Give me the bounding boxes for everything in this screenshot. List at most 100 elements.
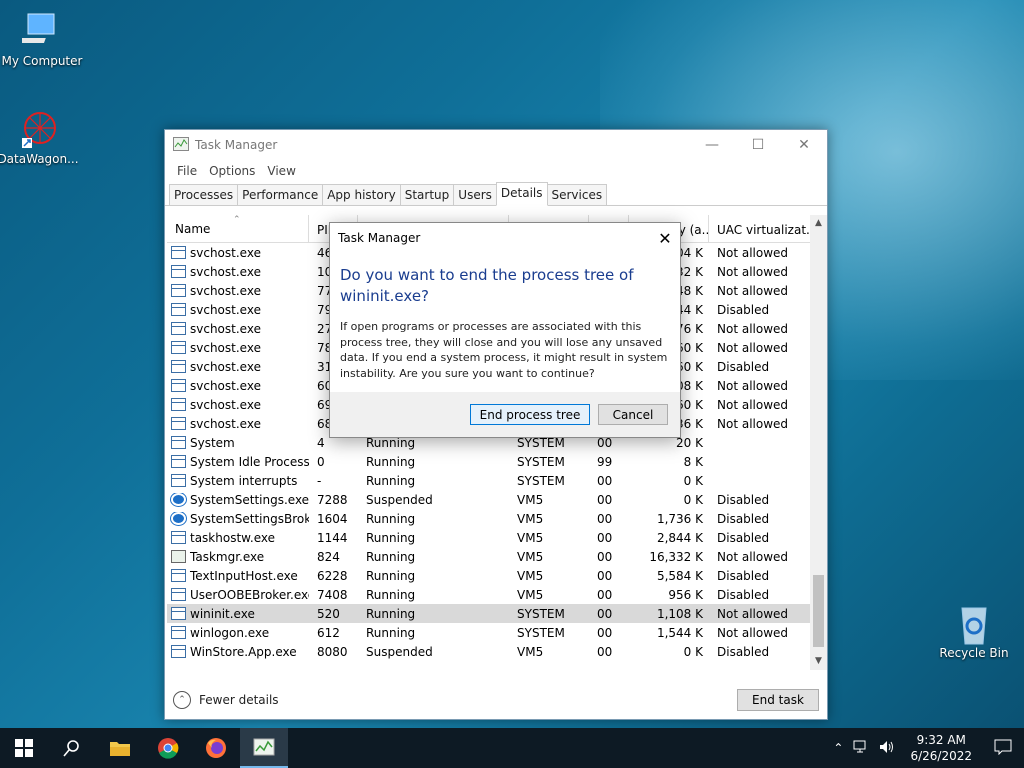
- menu-bar: File Options View: [165, 160, 827, 182]
- minimize-button[interactable]: —: [689, 130, 735, 160]
- table-row[interactable]: SystemSettings.exe 7288 Suspended VM5 00 0 K D…: [167, 490, 827, 509]
- cell-name: TextInputHost.exe: [167, 569, 309, 583]
- desktop-icon-my-computer[interactable]: My Computer: [0, 10, 84, 68]
- table-row[interactable]: System Idle Process 0 Running SYSTEM 99 8 K: [167, 452, 827, 471]
- desktop-icon-datawagon[interactable]: DataWagon...: [0, 108, 80, 166]
- cell-name: svchost.exe: [167, 265, 309, 279]
- menu-options[interactable]: Options: [203, 164, 261, 178]
- cell-uac: Not allowed: [717, 321, 789, 336]
- scroll-up-icon[interactable]: ▲: [810, 215, 827, 232]
- table-row[interactable]: winlogon.exe 612 Running SYSTEM 00 1,544 K Not…: [167, 623, 827, 642]
- cell-pid: 6228: [317, 568, 348, 583]
- maximize-button[interactable]: ☐: [735, 130, 781, 160]
- menu-file[interactable]: File: [171, 164, 203, 178]
- cell-status: Suspended: [366, 492, 433, 507]
- chrome-icon: [158, 738, 179, 759]
- taskbar-firefox[interactable]: [192, 728, 240, 768]
- cell-name: svchost.exe: [167, 360, 309, 374]
- cell-status: Running: [366, 625, 416, 640]
- cancel-button[interactable]: Cancel: [598, 404, 668, 425]
- table-row[interactable]: UserOOBEBroker.exe 7408 Running VM5 00 956 K D…: [167, 585, 827, 604]
- taskbar-chrome[interactable]: [144, 728, 192, 768]
- end-task-button[interactable]: End task: [737, 689, 819, 711]
- windows-logo-icon: [15, 739, 33, 757]
- cell-memory: 5,584 K: [656, 568, 703, 583]
- desktop-icon-recycle-bin[interactable]: Recycle Bin: [932, 602, 1016, 660]
- menu-view[interactable]: View: [261, 164, 301, 178]
- process-window-icon: [171, 607, 186, 620]
- cell-pid: 8080: [317, 644, 348, 659]
- end-process-tree-button[interactable]: End process tree: [470, 404, 590, 425]
- cell-name: svchost.exe: [167, 379, 309, 393]
- process-window-icon: [171, 379, 186, 392]
- cell-name: winlogon.exe: [167, 626, 309, 640]
- dialog-close-icon[interactable]: ✕: [650, 229, 680, 248]
- scrollbar-thumb[interactable]: [813, 575, 824, 647]
- process-window-icon: [171, 246, 186, 259]
- cell-uac: Not allowed: [717, 378, 789, 393]
- volume-icon[interactable]: [874, 740, 900, 757]
- sort-ascending-icon: ⌃: [233, 215, 241, 225]
- cell-user: VM5: [517, 587, 544, 602]
- table-row[interactable]: Taskmgr.exe 824 Running VM5 00 16,332 K Not al…: [167, 547, 827, 566]
- cell-memory: 1,736 K: [656, 511, 703, 526]
- notifications-icon[interactable]: [982, 739, 1024, 758]
- dialog-title-bar[interactable]: Task Manager ✕: [330, 223, 680, 253]
- process-window-icon: [171, 645, 186, 658]
- fewer-details-button[interactable]: ⌃ Fewer details: [173, 691, 279, 709]
- cell-cpu: 00: [597, 530, 613, 545]
- tab-details[interactable]: Details: [495, 182, 548, 206]
- system-tray: ⌃ 9:32 AM 6/26/2022: [828, 728, 1024, 768]
- tab-startup[interactable]: Startup: [399, 184, 455, 205]
- column-header-name[interactable]: Name ⌃: [167, 215, 309, 243]
- cell-cpu: 99: [597, 454, 613, 469]
- vertical-scrollbar[interactable]: ▲ ▼: [810, 215, 827, 670]
- search-button[interactable]: [48, 728, 96, 768]
- network-icon[interactable]: [848, 740, 874, 757]
- process-window-icon: [171, 284, 186, 297]
- taskbar: ⌃ 9:32 AM 6/26/2022: [0, 728, 1024, 768]
- table-row[interactable]: WinStore.App.exe 8080 Suspended VM5 00 0 K Dis…: [167, 642, 827, 661]
- cell-uac: Disabled: [717, 587, 770, 602]
- close-button[interactable]: ✕: [781, 130, 827, 160]
- process-window-icon: [171, 626, 186, 639]
- cell-name: System Idle Process: [167, 455, 309, 469]
- cell-cpu: 00: [597, 587, 613, 602]
- tab-services[interactable]: Services: [546, 184, 608, 205]
- column-header-uac[interactable]: UAC virtualizat...: [709, 215, 811, 243]
- table-row[interactable]: wininit.exe 520 Running SYSTEM 00 1,108 K Not …: [167, 604, 827, 623]
- table-row[interactable]: TextInputHost.exe 6228 Running VM5 00 5,584 K…: [167, 566, 827, 585]
- tab-app-history[interactable]: App history: [322, 184, 401, 205]
- cell-uac: Not allowed: [717, 606, 789, 621]
- process-window-icon: [171, 303, 186, 316]
- cell-name: svchost.exe: [167, 341, 309, 355]
- show-hidden-icons-chevron-icon[interactable]: ⌃: [828, 741, 848, 755]
- cell-user: VM5: [517, 549, 544, 564]
- taskbar-file-explorer[interactable]: [96, 728, 144, 768]
- table-row[interactable]: SystemSettingsBroke... 1604 Running VM5 00 1,…: [167, 509, 827, 528]
- cell-name: svchost.exe: [167, 398, 309, 412]
- start-button[interactable]: [0, 728, 48, 768]
- table-row[interactable]: System interrupts - Running SYSTEM 00 0 K: [167, 471, 827, 490]
- table-row[interactable]: taskhostw.exe 1144 Running VM5 00 2,844 K Disa…: [167, 528, 827, 547]
- scroll-down-icon[interactable]: ▼: [810, 653, 827, 670]
- cell-user: VM5: [517, 644, 544, 659]
- tab-users[interactable]: Users: [453, 184, 497, 205]
- tab-processes[interactable]: Processes: [169, 184, 239, 205]
- cell-pid: 520: [317, 606, 340, 621]
- cell-name: svchost.exe: [167, 303, 309, 317]
- cell-pid: 1604: [317, 511, 348, 526]
- cell-status: Running: [366, 549, 416, 564]
- cell-status: Running: [366, 587, 416, 602]
- task-manager-icon: [171, 550, 186, 563]
- cell-user: SYSTEM: [517, 454, 565, 469]
- title-bar[interactable]: Task Manager — ☐ ✕: [165, 130, 827, 160]
- cell-memory: 1,108 K: [656, 606, 703, 621]
- cell-name: wininit.exe: [167, 607, 309, 621]
- tab-performance[interactable]: Performance: [237, 184, 324, 205]
- taskbar-task-manager[interactable]: [240, 728, 288, 768]
- desktop-icon-label: My Computer: [1, 54, 83, 68]
- clock[interactable]: 9:32 AM 6/26/2022: [900, 732, 982, 764]
- desktop-icon-label: Recycle Bin: [939, 646, 1009, 660]
- cell-user: VM5: [517, 568, 544, 583]
